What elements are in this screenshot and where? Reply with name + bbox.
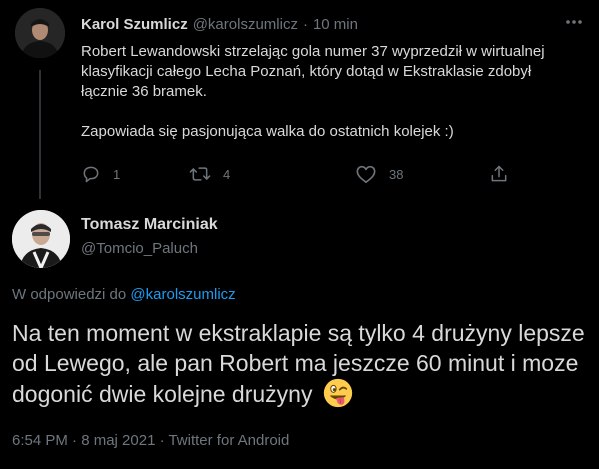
reply-icon (83, 166, 99, 183)
retweet-icon (189, 167, 211, 181)
author-name[interactable]: Karol Szumlicz (81, 16, 188, 33)
author-handle[interactable]: @Tomcio_Paluch (81, 240, 198, 257)
like-button[interactable]: 38 (355, 163, 403, 185)
avatar[interactable] (15, 8, 65, 58)
reply-tweet-text: Na ten moment w ekstraklapie są tylko 4 … (12, 318, 592, 409)
avatar[interactable] (12, 210, 70, 268)
dot-separator: · (302, 15, 308, 33)
avatar-photo-icon (12, 210, 70, 268)
replying-to: W odpowiedzi do @karolszumlicz (12, 286, 236, 303)
winking-face-tongue-emoji (323, 378, 353, 408)
share-icon (491, 165, 507, 182)
avatar-photo-icon (15, 8, 65, 58)
tweet-time[interactable]: 10 min (313, 16, 358, 33)
tweet-text: Robert Lewandowski strzelając gola numer… (81, 42, 581, 142)
author-name[interactable]: Tomasz Marciniak (81, 216, 218, 234)
retweet-count: 4 (223, 166, 231, 182)
more-button[interactable] (560, 8, 588, 36)
share-button[interactable] (489, 163, 509, 185)
author-handle[interactable]: @karolszumlicz (193, 16, 298, 33)
tweet-header: Karol Szumlicz @karolszumlicz · 10 min (81, 14, 358, 34)
tweet-paragraph: Robert Lewandowski strzelając gola numer… (81, 43, 545, 100)
reply-button[interactable]: 1 (81, 163, 120, 185)
tweet-body: Na ten moment w ekstraklapie są tylko 4 … (12, 320, 585, 407)
mention-link[interactable]: @karolszumlicz (130, 286, 235, 303)
tweet-thread: Karol Szumlicz @karolszumlicz · 10 min R… (0, 0, 599, 469)
replying-prefix: W odpowiedzi do (12, 286, 127, 303)
parent-tweet[interactable]: Karol Szumlicz @karolszumlicz · 10 min R… (0, 0, 599, 199)
tweet-timestamp[interactable]: 6:54 PM · 8 maj 2021 · Twitter for Andro… (12, 432, 289, 449)
more-icon (566, 20, 582, 24)
like-count: 38 (389, 166, 404, 182)
thread-connector-line (39, 70, 41, 199)
like-icon (356, 165, 376, 183)
tweet-actions: 1 4 38 (81, 163, 521, 185)
reply-count: 1 (113, 166, 121, 182)
retweet-button[interactable]: 4 (189, 163, 230, 185)
tweet-paragraph: Zapowiada się pasjonująca walka do ostat… (81, 123, 454, 140)
